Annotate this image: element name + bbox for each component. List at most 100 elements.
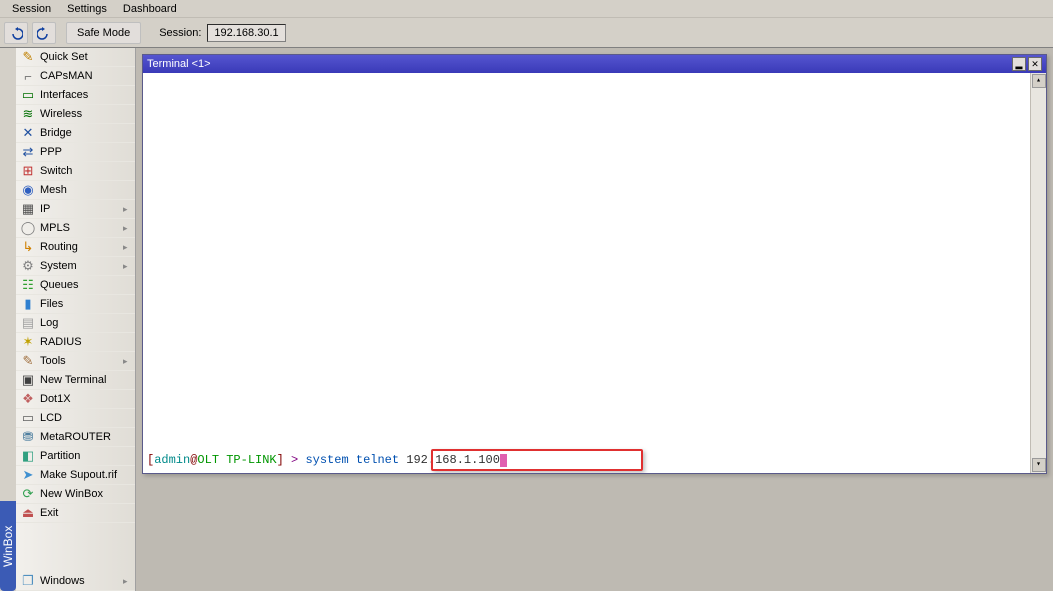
submenu-arrow-icon: ▸ [123, 356, 131, 367]
terminal-titlebar[interactable]: Terminal <1> ▂ ✕ [143, 55, 1046, 73]
sidebar-item-label: Make Supout.rif [40, 469, 131, 481]
ip-icon: ▦ [20, 201, 36, 217]
sidebar-item-label: IP [40, 203, 123, 215]
mpls-icon: ◯ [20, 220, 36, 236]
terminal-body[interactable]: [admin@OLT TP-LINK] > system telnet 192.… [143, 73, 1046, 473]
bridge-icon: ✕ [20, 125, 36, 141]
log-icon: ▤ [20, 315, 36, 331]
radius-icon: ✶ [20, 334, 36, 350]
sidebar-item-label: New Terminal [40, 374, 131, 386]
cursor-icon [500, 454, 507, 467]
routing-icon: ↳ [20, 239, 36, 255]
menu-dashboard[interactable]: Dashboard [115, 2, 185, 16]
new-winbox-icon: ⟳ [20, 486, 36, 502]
toolbar: Safe Mode Session: 192.168.30.1 [0, 18, 1053, 48]
sidebar-item-label: LCD [40, 412, 131, 424]
sidebar-item-partition[interactable]: ◧ Partition [16, 447, 135, 466]
partition-icon: ◧ [20, 448, 36, 464]
sidebar-item-exit[interactable]: ⏏Exit [16, 504, 135, 523]
ppp-icon: ⇄ [20, 144, 36, 160]
make-supout-rif-icon: ➤ [20, 467, 36, 483]
submenu-arrow-icon: ▸ [123, 261, 131, 272]
terminal-scrollbar[interactable]: ▴ ▾ [1030, 73, 1046, 473]
sidebar-item-new-winbox[interactable]: ⟳New WinBox [16, 485, 135, 504]
scroll-down-icon[interactable]: ▾ [1032, 458, 1046, 472]
new-terminal-icon: ▣ [20, 372, 36, 388]
sidebar-item-dot1x[interactable]: ❖ Dot1X [16, 390, 135, 409]
quick-set-icon: ✎ [20, 49, 36, 65]
menu-settings[interactable]: Settings [59, 2, 115, 16]
wireless-icon: ≋ [20, 106, 36, 122]
scroll-up-icon[interactable]: ▴ [1032, 74, 1046, 88]
sidebar-item-lcd[interactable]: ▭ LCD [16, 409, 135, 428]
app-label-tab: WinBox [0, 501, 16, 591]
sidebar-item-label: Files [40, 298, 131, 310]
switch-icon: ⊞ [20, 163, 36, 179]
sidebar-item-label: Windows [40, 575, 123, 587]
sidebar-item-label: MetaROUTER [40, 431, 131, 443]
sidebar-item-windows[interactable]: ❐ Windows▸ [16, 572, 135, 591]
sidebar-item-radius[interactable]: ✶ RADIUS [16, 333, 135, 352]
sidebar-item-mpls[interactable]: ◯ MPLS▸ [16, 219, 135, 238]
sidebar-item-label: Dot1X [40, 393, 131, 405]
redo-button[interactable] [32, 22, 56, 44]
sidebar-item-metarouter[interactable]: ⛃ MetaROUTER [16, 428, 135, 447]
sidebar-item-system[interactable]: ⚙ System▸ [16, 257, 135, 276]
sidebar-item-label: Mesh [40, 184, 131, 196]
windows-icon: ❐ [20, 573, 36, 589]
sidebar-item-label: Switch [40, 165, 131, 177]
sidebar-item-make-supout-rif[interactable]: ➤ Make Supout.rif [16, 466, 135, 485]
sidebar-item-label: Exit [40, 507, 131, 519]
interfaces-icon: ▭ [20, 87, 36, 103]
sidebar-item-log[interactable]: ▤ Log [16, 314, 135, 333]
terminal-window: Terminal <1> ▂ ✕ [admin@OLT TP-LINK] > s… [142, 54, 1047, 474]
session-label: Session: [159, 27, 201, 39]
sidebar-item-ip[interactable]: ▦ IP▸ [16, 200, 135, 219]
submenu-arrow-icon: ▸ [123, 242, 131, 253]
sidebar-item-tools[interactable]: ✎ Tools▸ [16, 352, 135, 371]
metarouter-icon: ⛃ [20, 429, 36, 445]
sidebar-item-label: Tools [40, 355, 123, 367]
sidebar-item-label: Log [40, 317, 131, 329]
sidebar-item-label: Quick Set [40, 51, 131, 63]
sidebar-item-label: Routing [40, 241, 123, 253]
mesh-icon: ◉ [20, 182, 36, 198]
sidebar-item-quick-set[interactable]: ✎ Quick Set [16, 48, 135, 67]
sidebar-item-switch[interactable]: ⊞ Switch [16, 162, 135, 181]
sidebar-item-label: RADIUS [40, 336, 131, 348]
submenu-arrow-icon: ▸ [123, 223, 131, 234]
sidebar-item-interfaces[interactable]: ▭Interfaces [16, 86, 135, 105]
sidebar-item-files[interactable]: ▮Files [16, 295, 135, 314]
sidebar-item-label: Bridge [40, 127, 131, 139]
sidebar-item-label: Wireless [40, 108, 131, 120]
sidebar-item-label: System [40, 260, 123, 272]
submenu-arrow-icon: ▸ [123, 204, 131, 215]
submenu-arrow-icon: ▸ [123, 576, 131, 587]
sidebar-item-wireless[interactable]: ≋ Wireless [16, 105, 135, 124]
sidebar-item-label: CAPsMAN [40, 70, 131, 82]
sidebar-item-bridge[interactable]: ✕ Bridge [16, 124, 135, 143]
terminal-prompt-line: [admin@OLT TP-LINK] > system telnet 192.… [147, 453, 1026, 467]
session-address[interactable]: 192.168.30.1 [207, 24, 285, 42]
system-icon: ⚙ [20, 258, 36, 274]
workspace: Terminal <1> ▂ ✕ [admin@OLT TP-LINK] > s… [136, 48, 1053, 591]
close-icon[interactable]: ✕ [1028, 57, 1042, 71]
dot1x-icon: ❖ [20, 391, 36, 407]
minimize-icon[interactable]: ▂ [1012, 57, 1026, 71]
sidebar-item-ppp[interactable]: ⇄PPP [16, 143, 135, 162]
queues-icon: ☷ [20, 277, 36, 293]
capsman-icon: ⌐ [20, 68, 36, 84]
lcd-icon: ▭ [20, 410, 36, 426]
undo-button[interactable] [4, 22, 28, 44]
menu-session[interactable]: Session [4, 2, 59, 16]
sidebar-item-capsman[interactable]: ⌐ CAPsMAN [16, 67, 135, 86]
sidebar-item-routing[interactable]: ↳ Routing▸ [16, 238, 135, 257]
sidebar-item-label: Partition [40, 450, 131, 462]
sidebar-item-label: MPLS [40, 222, 123, 234]
sidebar-item-queues[interactable]: ☷Queues [16, 276, 135, 295]
safe-mode-button[interactable]: Safe Mode [66, 22, 141, 44]
sidebar-item-new-terminal[interactable]: ▣ New Terminal [16, 371, 135, 390]
sidebar: ✎ Quick Set ⌐ CAPsMAN ▭Interfaces≋ Wireless ✕ B… [16, 48, 136, 591]
sidebar-item-mesh[interactable]: ◉ Mesh [16, 181, 135, 200]
tools-icon: ✎ [20, 353, 36, 369]
